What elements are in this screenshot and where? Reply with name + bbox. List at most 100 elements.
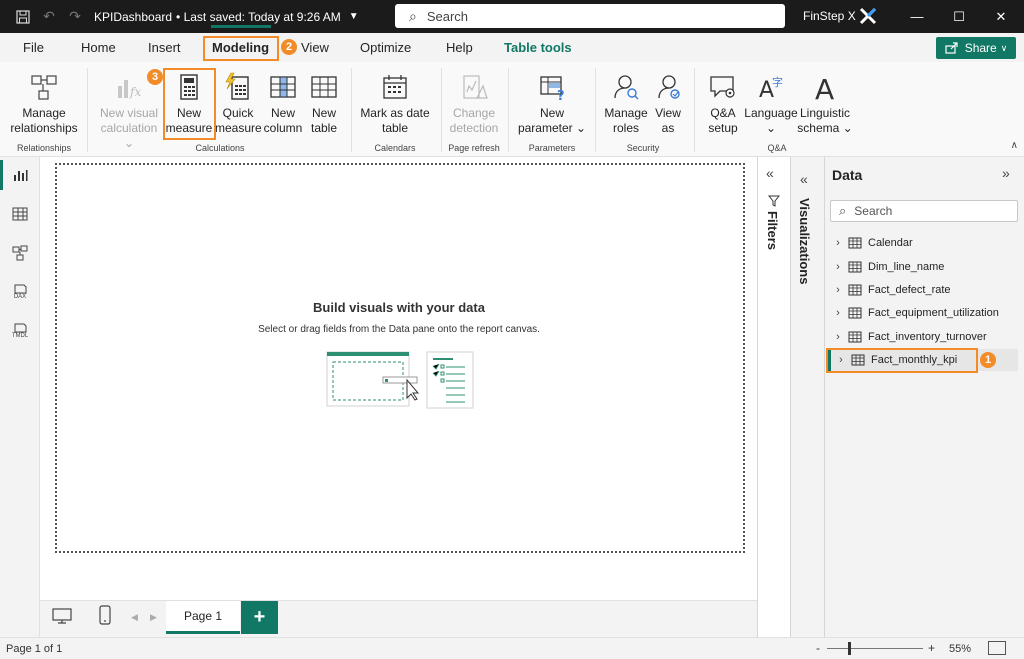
- qa-setup-button[interactable]: Q&A setup: [700, 72, 746, 136]
- quick-measure-icon: [225, 72, 249, 100]
- add-page-button[interactable]: +: [241, 601, 278, 634]
- view-as-button[interactable]: View as: [652, 72, 684, 136]
- chevron-right-icon[interactable]: ›: [828, 307, 848, 319]
- mark-as-date-table-button[interactable]: Mark as date table: [356, 72, 434, 136]
- new-column-label-2: column: [263, 121, 303, 135]
- share-button[interactable]: Share ∨: [936, 37, 1016, 59]
- table-name: Dim_line_name: [868, 261, 945, 273]
- saved-status: • Last saved: Today at 9:26 AM: [176, 9, 341, 24]
- active-view-indicator: [0, 160, 3, 190]
- page-tab[interactable]: Page 1: [166, 601, 240, 634]
- manage-relationships-button[interactable]: Manage relationships: [6, 72, 82, 136]
- user-logo-icon[interactable]: [858, 6, 878, 26]
- quick-measure-label-2: measure: [215, 121, 262, 135]
- manage-roles-button[interactable]: Manage roles: [600, 72, 652, 136]
- linguistic-schema-icon: A: [815, 73, 834, 102]
- global-search-input[interactable]: ⌕ Search: [395, 4, 785, 28]
- new-parameter-button[interactable]: ? New parameter ⌄: [514, 72, 590, 136]
- group-qa: Q&A: [767, 143, 787, 153]
- data-search-placeholder: Search: [854, 204, 893, 218]
- chevron-right-icon[interactable]: ›: [828, 261, 848, 273]
- group-calculations: Calculations: [195, 143, 245, 153]
- chevron-right-icon[interactable]: ›: [828, 331, 848, 343]
- manage-relationships-label-1: Manage: [22, 106, 66, 120]
- chevron-up-icon[interactable]: ∧: [1011, 140, 1018, 151]
- restore-icon[interactable]: ☐: [936, 0, 982, 33]
- zoom-in-button[interactable]: +: [928, 641, 935, 655]
- view-as-label-2: as: [661, 121, 675, 135]
- previous-page-icon[interactable]: ◀: [131, 612, 138, 623]
- calendar-table-icon: [848, 237, 862, 249]
- linguistic-schema-label-1: Linguistic: [799, 106, 851, 120]
- language-label-2: ⌄: [765, 121, 777, 135]
- share-label: Share: [964, 41, 997, 55]
- model-view-icon[interactable]: [8, 241, 32, 265]
- fit-to-page-icon[interactable]: [988, 641, 1006, 655]
- zoom-out-button[interactable]: -: [816, 641, 820, 655]
- zoom-slider-track[interactable]: [827, 648, 923, 649]
- group-page-refresh: Page refresh: [448, 143, 500, 153]
- new-table-button[interactable]: New table: [304, 72, 344, 136]
- save-icon[interactable]: [10, 0, 36, 33]
- zoom-slider-thumb[interactable]: [848, 642, 851, 655]
- tab-optimize[interactable]: Optimize: [360, 40, 411, 55]
- chevron-down-icon[interactable]: ▼: [349, 11, 359, 22]
- table-calendar[interactable]: › Calendar: [828, 232, 1018, 254]
- table-view-icon[interactable]: [8, 202, 32, 226]
- new-parameter-label-1: New: [539, 106, 564, 120]
- linguistic-schema-button[interactable]: A Linguistic schema ⌄: [797, 72, 853, 136]
- filters-label: Filters: [765, 211, 780, 251]
- report-view-icon[interactable]: [8, 163, 32, 187]
- redo-icon[interactable]: ↷: [62, 0, 88, 33]
- qa-setup-label-2: setup: [708, 121, 738, 135]
- step-badge-3: 3: [147, 69, 163, 85]
- tab-file[interactable]: File: [23, 40, 44, 55]
- page-navigation-bar: [40, 600, 757, 637]
- chevron-right-icon[interactable]: ›: [828, 284, 848, 296]
- desktop-layout-icon[interactable]: [51, 607, 73, 628]
- view-as-label-1: View: [655, 106, 681, 120]
- table-fact-defect-rate[interactable]: › Fact_defect_rate: [828, 279, 1018, 301]
- minimize-icon[interactable]: —: [894, 0, 940, 33]
- table-fact-inventory-turnover[interactable]: › Fact_inventory_turnover: [828, 326, 1018, 348]
- tab-table-tools[interactable]: Table tools: [504, 40, 572, 55]
- ribbon-separator: [351, 68, 352, 152]
- mobile-layout-icon[interactable]: [98, 605, 112, 628]
- expand-filters-icon[interactable]: «: [766, 165, 774, 181]
- table-icon: [848, 284, 862, 296]
- table-fact-equipment-utilization[interactable]: › Fact_equipment_utilization: [828, 302, 1018, 324]
- tab-view[interactable]: View: [301, 40, 329, 55]
- new-visual-calc-label-1: New visual: [99, 106, 159, 120]
- undo-icon[interactable]: ↶: [36, 0, 62, 33]
- change-detection-button[interactable]: Change detection: [445, 72, 503, 136]
- user-name[interactable]: FinStep X: [803, 9, 856, 23]
- language-button[interactable]: A字 Language ⌄: [744, 72, 798, 136]
- qa-setup-icon: [710, 76, 735, 98]
- quick-measure-button[interactable]: Quick measure: [215, 72, 262, 136]
- tmdl-view-icon[interactable]: TMDL: [8, 319, 32, 343]
- file-title[interactable]: KPIDashboard: [94, 10, 172, 24]
- next-page-icon[interactable]: ▶: [150, 612, 157, 623]
- highlight-fact-monthly-kpi: [826, 348, 978, 373]
- view-switcher-rail: [0, 157, 40, 637]
- chevron-right-icon[interactable]: ›: [828, 237, 848, 249]
- manage-relationships-label-2: relationships: [10, 121, 78, 135]
- search-icon: ⌕: [409, 7, 417, 24]
- collapse-data-pane-icon[interactable]: »: [1002, 165, 1010, 181]
- tab-help[interactable]: Help: [446, 40, 473, 55]
- table-dim-line-name[interactable]: › Dim_line_name: [828, 256, 1018, 278]
- tab-home[interactable]: Home: [81, 40, 116, 55]
- new-column-button[interactable]: New column: [262, 72, 304, 136]
- dax-query-view-icon[interactable]: DAX: [8, 280, 32, 304]
- relationships-icon: [31, 75, 57, 100]
- close-icon[interactable]: ✕: [978, 0, 1024, 33]
- tmdl-label: TMDL: [11, 333, 29, 339]
- table-icon: [848, 261, 862, 273]
- tab-insert[interactable]: Insert: [148, 40, 181, 55]
- data-search-input[interactable]: ⌕ Search: [830, 200, 1018, 222]
- expand-visualizations-icon[interactable]: «: [800, 171, 808, 187]
- empty-canvas-subtitle: Select or drag fields from the Data pane…: [258, 324, 540, 335]
- search-placeholder: Search: [426, 8, 469, 24]
- table-icon: [848, 307, 862, 319]
- group-security: Security: [626, 143, 660, 153]
